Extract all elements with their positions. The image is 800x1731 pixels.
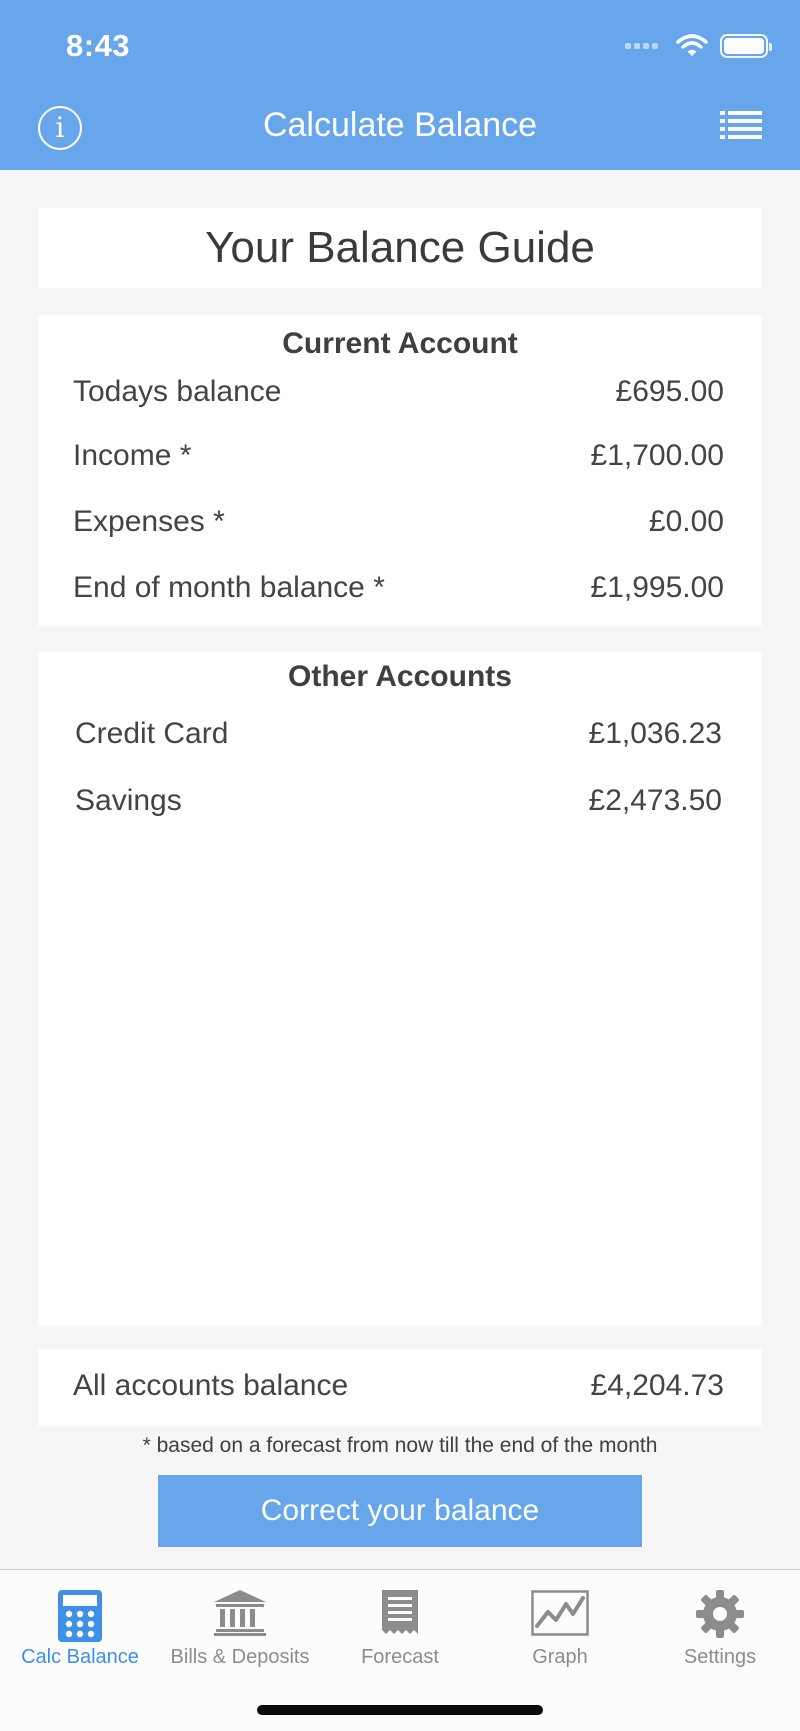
tab-calc-balance[interactable]: Calc Balance — [0, 1580, 160, 1670]
bank-icon — [214, 1590, 266, 1636]
tab-label: Settings — [683, 1646, 757, 1668]
current-account-card: Current Account Todays balance £695.00 I… — [38, 315, 762, 626]
receipt-icon — [382, 1590, 418, 1634]
gear-icon — [696, 1590, 744, 1638]
total-value: £4,204.73 — [590, 1369, 724, 1402]
forecast-footnote: * based on a forecast from now till the … — [142, 1434, 658, 1457]
tab-bills-deposits[interactable]: Bills & Deposits — [160, 1580, 320, 1670]
tab-forecast[interactable]: Forecast — [320, 1580, 480, 1670]
row-value: £2,473.50 — [588, 784, 722, 817]
status-icons — [625, 34, 772, 58]
status-time: 8:43 — [66, 28, 131, 63]
row-value: £695.00 — [615, 375, 724, 408]
page-title: Calculate Balance — [262, 106, 538, 144]
nav-header: 8:43 i Calculate Balance — [0, 0, 800, 170]
tab-graph[interactable]: Graph — [480, 1580, 640, 1670]
row-value: £1,700.00 — [590, 439, 724, 472]
correct-balance-button[interactable]: Correct your balance — [158, 1475, 642, 1547]
other-accounts-title: Other Accounts — [288, 660, 512, 693]
wifi-icon — [676, 34, 708, 56]
graph-icon — [531, 1590, 589, 1636]
row-label: Income * — [73, 439, 192, 472]
list-icon[interactable] — [720, 110, 762, 142]
tab-label: Forecast — [361, 1646, 439, 1668]
tab-settings[interactable]: Settings — [640, 1580, 800, 1670]
guide-card: Your Balance Guide — [38, 208, 762, 288]
tab-label: Calc Balance — [21, 1646, 139, 1668]
row-value: £1,995.00 — [590, 571, 724, 604]
row-label: Savings — [75, 784, 182, 817]
tab-label: Graph — [532, 1646, 588, 1668]
row-label: Todays balance — [73, 375, 282, 408]
guide-title: Your Balance Guide — [205, 223, 595, 272]
row-label: End of month balance * — [73, 571, 385, 604]
total-balance-card: All accounts balance £4,204.73 — [38, 1349, 762, 1426]
row-value: £1,036.23 — [588, 717, 722, 750]
row-label: Credit Card — [75, 717, 229, 750]
other-accounts-card: Other Accounts Credit Card £1,036.23 Sav… — [38, 652, 762, 1326]
tab-label: Bills & Deposits — [170, 1646, 310, 1668]
row-value: £0.00 — [648, 505, 724, 538]
calculator-icon — [58, 1590, 102, 1642]
total-label: All accounts balance — [73, 1369, 349, 1402]
cellular-signal-icon — [625, 43, 658, 49]
current-account-title: Current Account — [282, 327, 518, 360]
battery-icon — [720, 34, 772, 58]
row-label: Expenses * — [73, 505, 225, 538]
home-indicator[interactable] — [257, 1705, 543, 1715]
